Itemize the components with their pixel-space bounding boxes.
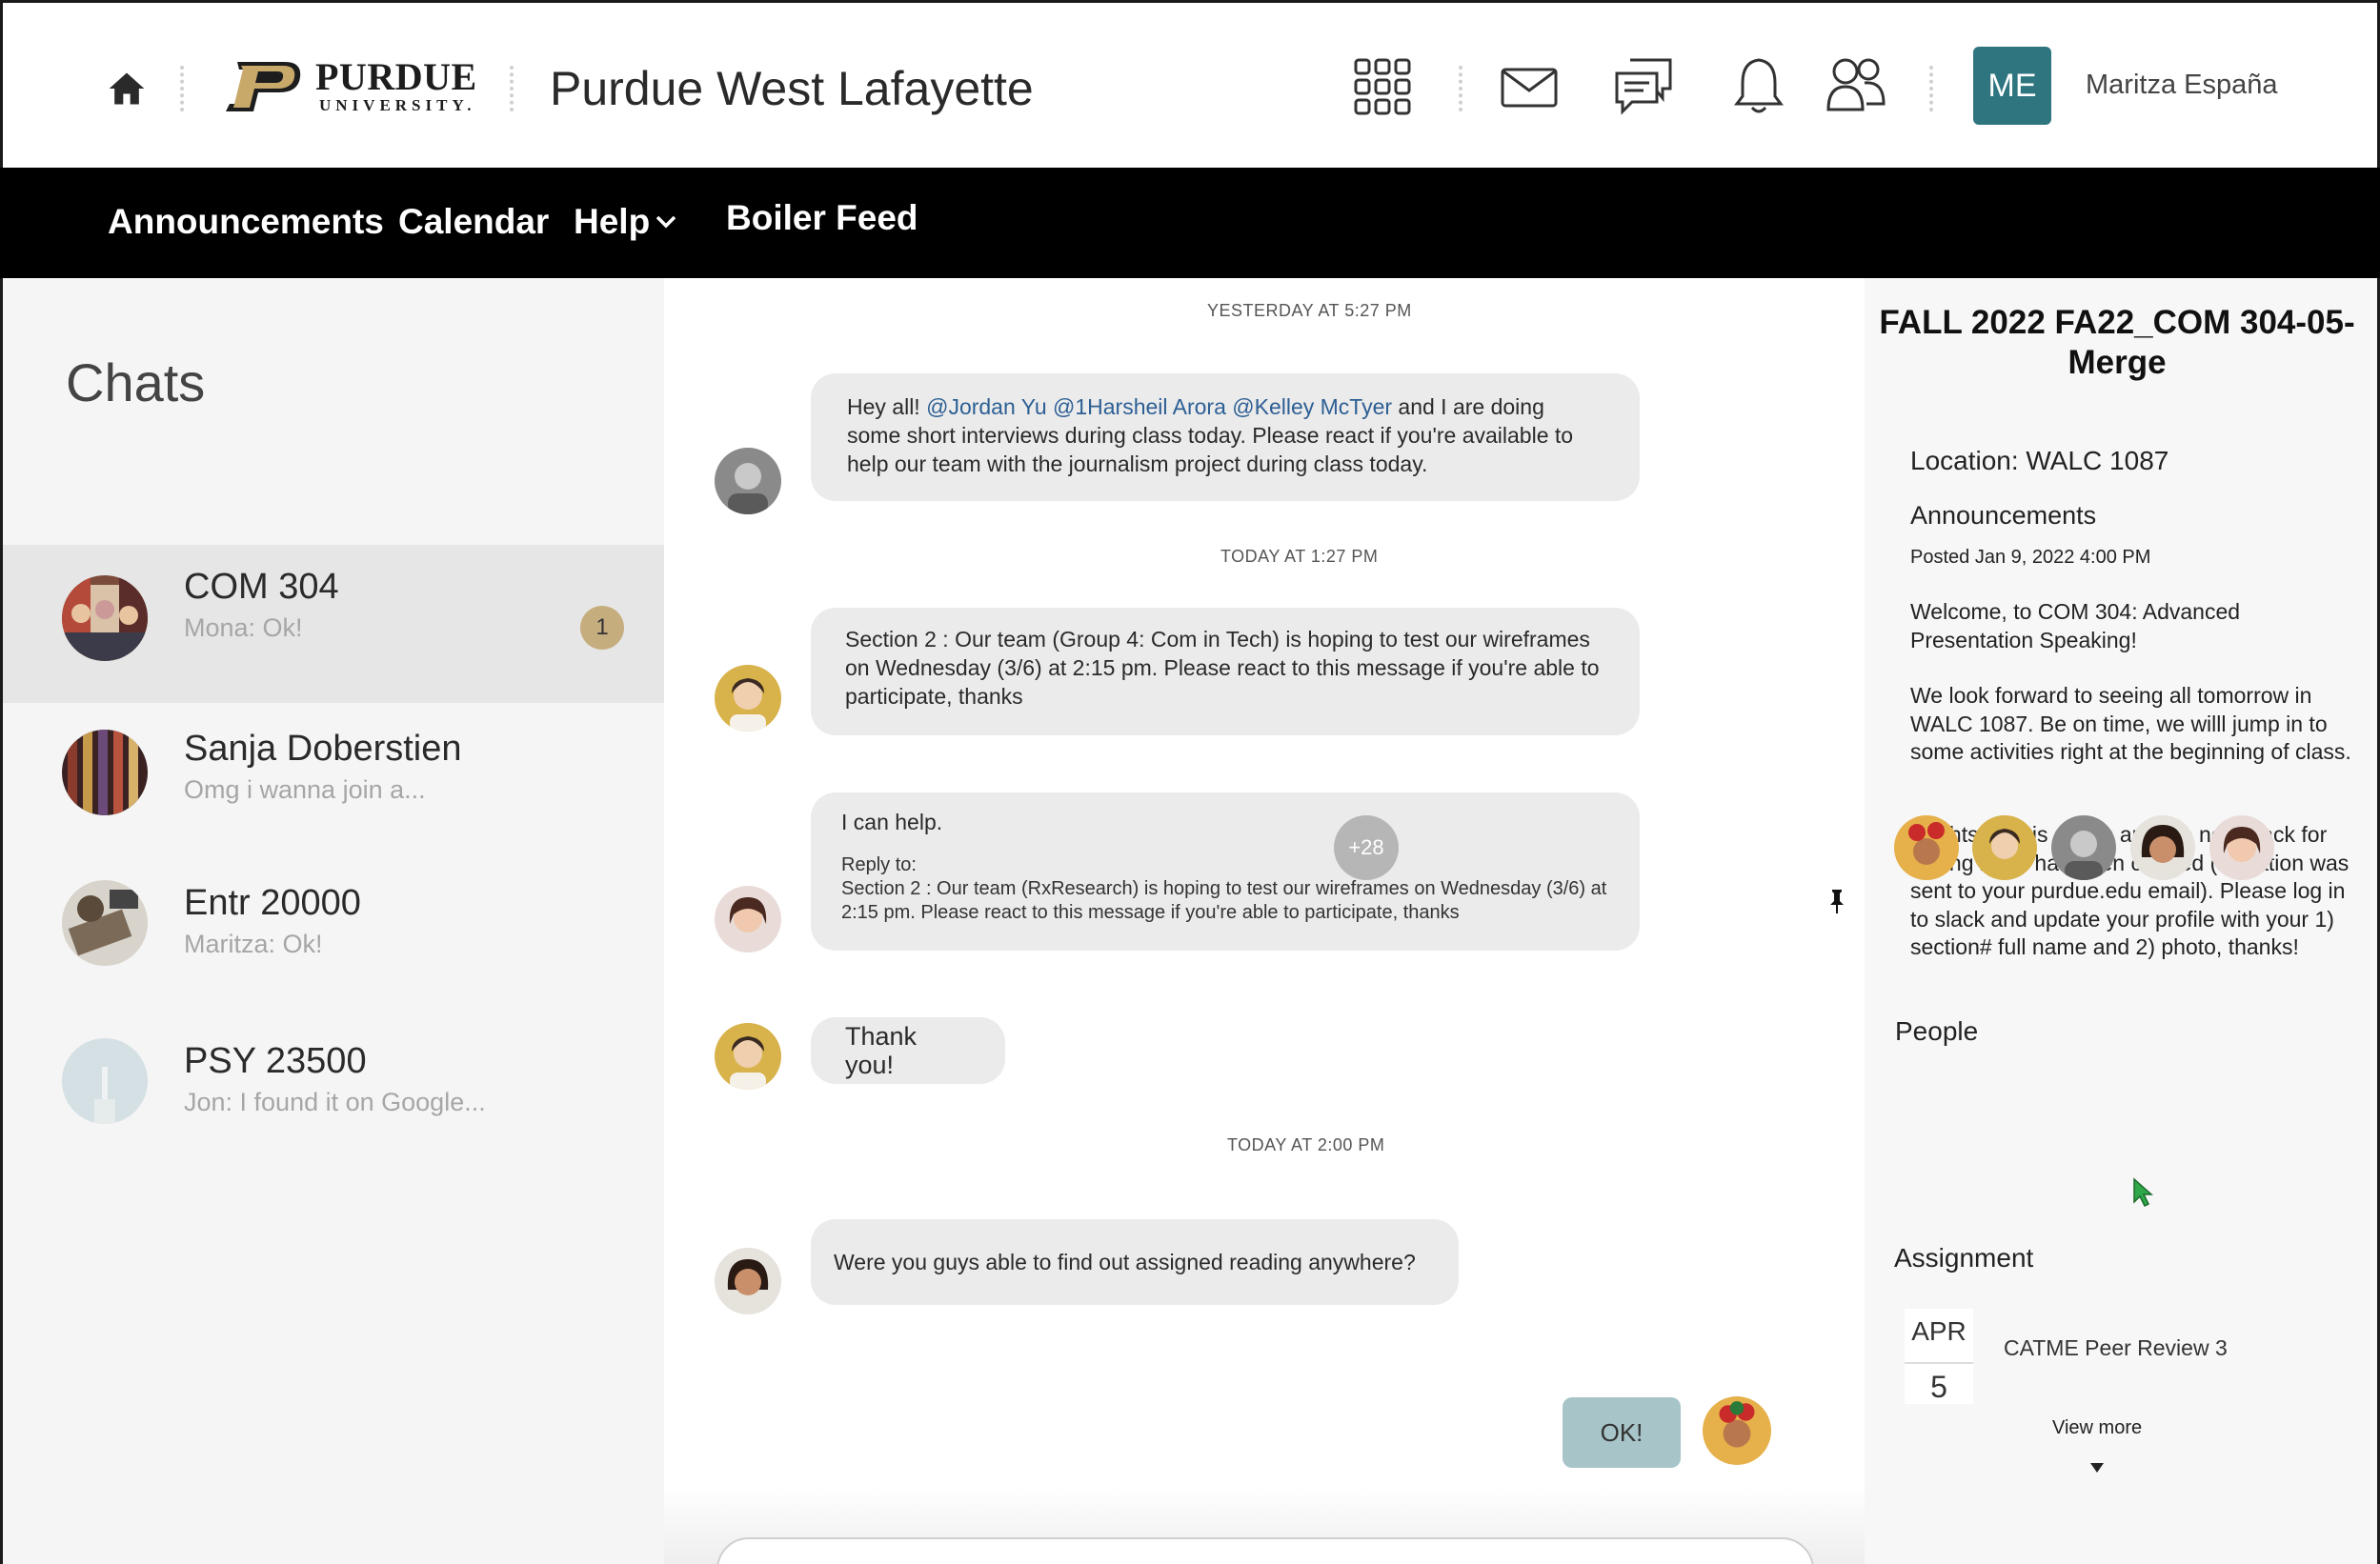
sender-avatar — [715, 1023, 781, 1090]
message-text: Section 2 : Our team (Group 4: Com in Te… — [845, 627, 1600, 709]
user-avatar[interactable]: ME — [1973, 47, 2051, 125]
assignment-name[interactable]: CATME Peer Review 3 — [2004, 1335, 2228, 1361]
message-bubble[interactable]: Section 2 : Our team (Group 4: Com in Te… — [811, 608, 1640, 735]
reply-label: Reply to: — [841, 854, 917, 875]
message-bubble[interactable]: I can help. Reply to: Section 2 : Our te… — [811, 792, 1640, 951]
sender-avatar — [715, 886, 781, 952]
chat-preview: Maritza: Ok! — [184, 930, 323, 958]
site-title: Purdue West Lafayette — [550, 62, 1034, 115]
assignment-date-card: APR 5 — [1905, 1309, 1973, 1404]
announcements-heading[interactable]: Announcements — [1910, 501, 2096, 531]
message-text: Were you guys able to find out assigned … — [834, 1250, 1416, 1274]
main-nav: Announcements Calendar Help Boiler Feed — [0, 168, 2380, 278]
chats-title: Chats — [66, 352, 206, 412]
logo-subtitle: UNIVERSITY. — [319, 96, 476, 114]
header-divider — [180, 66, 184, 111]
message-bubble[interactable]: Thank you! — [811, 1017, 1005, 1084]
chat-name: PSY 23500 — [184, 1041, 367, 1081]
people-icon[interactable] — [1826, 54, 1886, 113]
purdue-logo[interactable]: PURDUE UNIVERSITY. — [224, 58, 476, 117]
chat-preview: Mona: Ok! — [184, 613, 303, 642]
chat-preview: Jon: I found it on Google... — [184, 1088, 486, 1116]
chat-item-psy-23500[interactable]: PSY 23500 Jon: I found it on Google... — [3, 1019, 664, 1177]
person-avatar[interactable] — [1972, 815, 2037, 880]
chat-name: Sanja Doberstien — [184, 729, 462, 769]
view-more-link[interactable]: View more — [2052, 1417, 2142, 1439]
message-text: Thank you! — [845, 1022, 918, 1079]
announcement-paragraph: Welcome, to COM 304: Advanced Presentati… — [1910, 599, 2241, 652]
header-divider — [510, 66, 514, 111]
user-name[interactable]: Maritza España — [2086, 68, 2278, 102]
contact-avatar — [62, 730, 148, 815]
header-divider — [1929, 66, 1933, 111]
sender-avatar — [715, 665, 781, 732]
group-avatar — [62, 1038, 148, 1124]
timestamp: TODAY AT 1:27 PM — [1220, 547, 1379, 566]
chat-item-entr-20000[interactable]: Entr 20000 Maritza: Ok! — [3, 861, 664, 1019]
nav-announcements[interactable]: Announcements — [108, 200, 384, 244]
nav-help[interactable]: Help — [574, 200, 676, 244]
home-icon[interactable] — [106, 68, 148, 110]
mention-link[interactable]: @Jordan Yu @1Harsheil Arora @Kelley McTy… — [926, 394, 1392, 419]
sender-avatar — [715, 1248, 781, 1314]
unread-badge: 1 — [580, 606, 624, 650]
chat-name: Entr 20000 — [184, 883, 361, 923]
announcement-paragraph: We look forward to seeing all tomorrow i… — [1910, 683, 2351, 764]
more-people-button[interactable]: +28 — [1334, 815, 1399, 880]
sent-message-bubble[interactable]: OK! — [1563, 1397, 1681, 1468]
pin-icon[interactable] — [1826, 888, 1847, 914]
nav-calendar[interactable]: Calendar — [398, 200, 549, 244]
reply-quote[interactable]: Section 2 : Our team (RxResearch) is hop… — [841, 877, 1609, 925]
apps-grid-icon[interactable] — [1354, 58, 1411, 115]
chevron-down-icon — [656, 215, 676, 229]
assignment-month: APR — [1911, 1316, 1967, 1346]
header-divider — [1459, 66, 1462, 111]
message-input[interactable] — [716, 1537, 1814, 1564]
timestamp: YESTERDAY AT 5:27 PM — [1207, 301, 1412, 320]
purdue-p-mark — [226, 62, 301, 111]
message-thread: YESTERDAY AT 5:27 PM Hey all! @Jordan Yu… — [664, 278, 1865, 1564]
top-header: PURDUE UNIVERSITY. Purdue West Lafayette… — [0, 0, 2380, 168]
chats-sidebar: Chats COM 304 Mona: Ok! 1 Sanja Dobersti… — [0, 278, 664, 1564]
caret-down-icon[interactable] — [2090, 1463, 2104, 1473]
person-avatar[interactable] — [2209, 815, 2274, 880]
person-avatar[interactable] — [1894, 815, 1959, 880]
chat-name: COM 304 — [184, 567, 339, 607]
nav-help-label: Help — [574, 202, 651, 241]
group-avatar — [62, 880, 148, 966]
group-avatar — [62, 575, 148, 661]
timestamp: TODAY AT 2:00 PM — [1227, 1135, 1385, 1154]
announcement-posted-date: Posted Jan 9, 2022 4:00 PM — [1910, 547, 2151, 568]
message-bubble[interactable]: Were you guys able to find out assigned … — [811, 1219, 1459, 1305]
course-title: FALL 2022 FA22_COM 304-05- Merge — [1879, 304, 2355, 381]
my-avatar[interactable] — [1703, 1396, 1771, 1465]
mail-icon[interactable] — [1501, 68, 1558, 108]
message-text: Hey all! — [847, 394, 927, 419]
chat-item-sanja-doberstien[interactable]: Sanja Doberstien Omg i wanna join a... — [3, 703, 664, 861]
mouse-cursor-icon — [2133, 1177, 2153, 1208]
logo-wordmark: PURDUE — [315, 55, 477, 98]
message-bubble[interactable]: Hey all! @Jordan Yu @1Harsheil Arora @Ke… — [811, 373, 1640, 501]
assignment-day: 5 — [1905, 1362, 1973, 1405]
bell-icon[interactable] — [1733, 56, 1785, 117]
person-avatar[interactable] — [2051, 815, 2116, 880]
nav-boiler-feed[interactable]: Boiler Feed — [726, 196, 918, 240]
sender-avatar — [715, 448, 781, 514]
chat-item-com-304[interactable]: COM 304 Mona: Ok! 1 — [3, 545, 664, 703]
message-text: I can help. — [841, 810, 943, 834]
chat-icon[interactable] — [1613, 58, 1674, 115]
chat-preview: Omg i wanna join a... — [184, 775, 426, 804]
course-location: Location: WALC 1087 — [1910, 446, 2169, 475]
people-heading: People — [1895, 1016, 1979, 1046]
person-avatar[interactable] — [2130, 815, 2195, 880]
